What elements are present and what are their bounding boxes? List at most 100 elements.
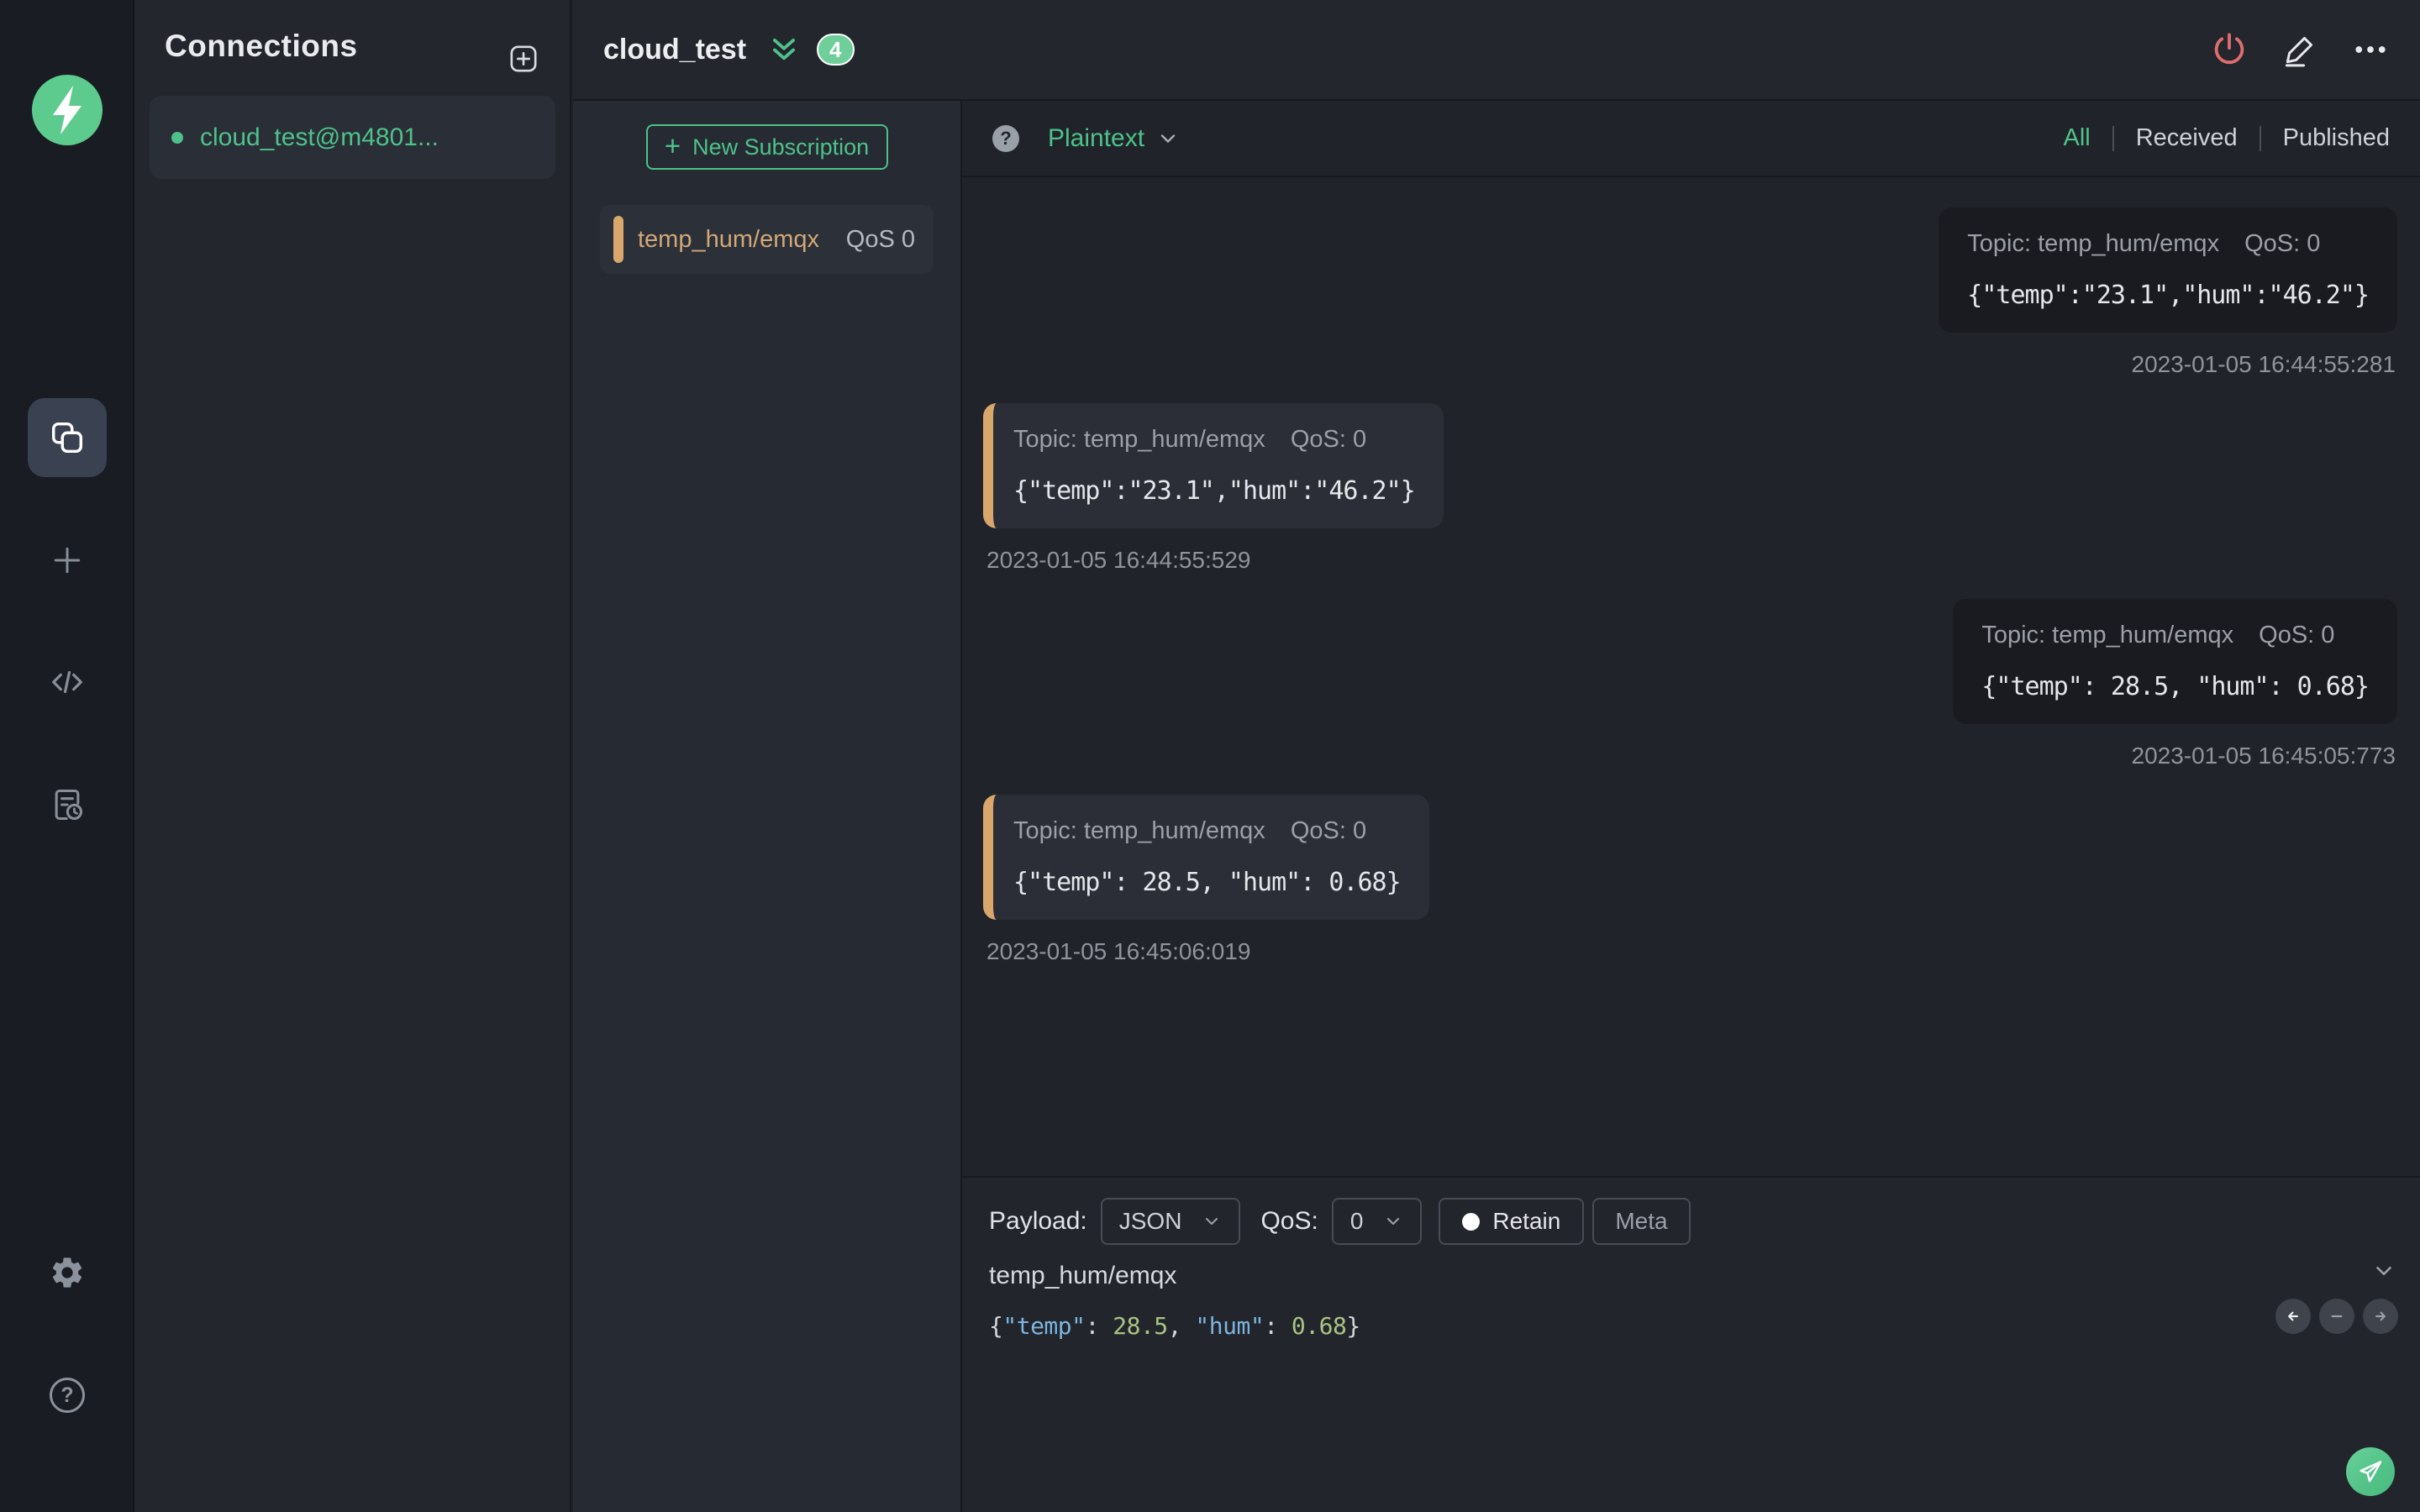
gear-icon xyxy=(52,1257,82,1288)
retain-toggle[interactable]: Retain xyxy=(1439,1198,1585,1245)
question-glyph: ? xyxy=(1000,127,1012,149)
meta-label: Meta xyxy=(1615,1208,1668,1234)
message-qos: QoS: 0 xyxy=(1290,817,1367,844)
mqttx-logo-icon xyxy=(32,75,103,145)
message-payload: {"temp":"23.1","hum":"46.2"} xyxy=(1967,281,2370,310)
subscription-color-bar xyxy=(613,216,623,263)
edit-connection-button[interactable] xyxy=(2281,30,2319,69)
connection-title: cloud_test xyxy=(603,33,747,66)
message-timestamp: 2023-01-05 16:44:55:529 xyxy=(986,547,1251,573)
json-token: : xyxy=(1264,1312,1292,1340)
edit-icon xyxy=(2285,36,2313,67)
message-payload: {"temp": 28.5, "hum": 0.68} xyxy=(1013,868,1402,897)
qos-label: QoS: xyxy=(1260,1207,1318,1235)
plus-icon: + xyxy=(664,130,681,161)
chevron-down-icon xyxy=(1206,1217,1218,1226)
filter-received[interactable]: Received xyxy=(2136,124,2238,152)
topbar-actions xyxy=(2210,30,2390,69)
subscription-item[interactable]: temp_hum/emqx QoS 0 xyxy=(600,205,934,274)
history-prev-button[interactable] xyxy=(2275,1299,2311,1334)
chevron-down-icon xyxy=(1387,1217,1400,1226)
nav-help[interactable]: ? xyxy=(50,1378,85,1413)
chevron-down-icon[interactable] xyxy=(1156,127,1180,150)
json-token: { xyxy=(989,1312,1003,1340)
history-clear-button[interactable] xyxy=(2319,1299,2354,1334)
payload-label: Payload: xyxy=(989,1207,1087,1235)
message-timestamp: 2023-01-05 16:45:06:019 xyxy=(986,938,1251,964)
plus-icon xyxy=(54,547,81,574)
disconnect-button[interactable] xyxy=(2210,30,2249,69)
composer-toolbar: Payload: JSON QoS: 0 Retain Meta xyxy=(989,1198,2420,1245)
send-button[interactable] xyxy=(2346,1447,2395,1496)
connection-name: cloud_test@m4801... xyxy=(200,123,439,151)
message-qos: QoS: 0 xyxy=(2259,622,2335,648)
payload-format-select[interactable]: Plaintext xyxy=(1048,124,1144,153)
add-connection-button[interactable] xyxy=(507,42,540,76)
connection-status-dot xyxy=(171,131,183,144)
nav-log[interactable] xyxy=(49,786,86,823)
qos-dropdown[interactable]: 0 xyxy=(1331,1198,1423,1245)
new-subscription-label: New Subscription xyxy=(692,134,870,160)
payload-help-icon[interactable]: ? xyxy=(992,124,1019,152)
json-token: } xyxy=(1346,1312,1360,1340)
filter-divider xyxy=(2112,125,2114,151)
code-icon xyxy=(52,670,82,694)
icon-rail: ? xyxy=(0,0,134,1512)
more-options-button[interactable] xyxy=(2351,30,2390,69)
json-token: "hum" xyxy=(1195,1312,1265,1340)
new-subscription-button[interactable]: + New Subscription xyxy=(645,124,888,170)
collapse-editor-chevron-icon[interactable] xyxy=(2371,1258,2396,1284)
connections-icon xyxy=(51,422,83,454)
mqttx-logo xyxy=(32,75,103,145)
meta-button[interactable]: Meta xyxy=(1592,1198,1691,1245)
message-list[interactable]: Topic: temp_hum/emqx QoS: 0 {"temp":"23.… xyxy=(962,177,2420,1176)
log-icon xyxy=(55,789,83,821)
connection-list-item[interactable]: cloud_test@m4801... xyxy=(150,96,555,179)
payload-format-dropdown[interactable]: JSON xyxy=(1100,1198,1241,1245)
nav-settings[interactable] xyxy=(49,1254,86,1291)
message-topic: Topic: temp_hum/emqx xyxy=(1013,426,1265,453)
messages-column: ? Plaintext All Received Published Topic… xyxy=(962,101,2420,1512)
message-topic: Topic: temp_hum/emqx xyxy=(1981,622,2234,648)
topic-input[interactable]: temp_hum/emqx xyxy=(989,1262,2420,1290)
message-filters: All Received Published xyxy=(2063,124,2390,152)
message-published: Topic: temp_hum/emqx QoS: 0 {"temp": 28.… xyxy=(983,599,2397,769)
message-payload: {"temp":"23.1","hum":"46.2"} xyxy=(1013,476,1416,506)
messages-toolbar: ? Plaintext All Received Published xyxy=(962,101,2420,177)
payload-format-value: JSON xyxy=(1118,1208,1182,1234)
nav-connections[interactable] xyxy=(28,398,107,477)
connections-panel: Connections cloud_test@m4801... xyxy=(134,0,571,1512)
json-token: : xyxy=(1085,1312,1113,1340)
message-received: Topic: temp_hum/emqx QoS: 0 {"temp": 28.… xyxy=(983,795,2397,965)
filter-published[interactable]: Published xyxy=(2283,124,2390,152)
json-token: 0.68 xyxy=(1291,1312,1347,1340)
qos-value: 0 xyxy=(1349,1208,1364,1234)
json-token: "temp" xyxy=(1002,1312,1086,1340)
payload-editor[interactable]: {"temp": 28.5, "hum": 0.68} xyxy=(989,1312,2420,1340)
message-bubble: Topic: temp_hum/emqx QoS: 0 {"temp":"23.… xyxy=(1939,207,2397,333)
subscription-qos: QoS 0 xyxy=(845,225,915,253)
nav-new-connection[interactable] xyxy=(49,542,86,579)
arrow-left-icon xyxy=(2288,1311,2298,1321)
connection-content: + New Subscription temp_hum/emqx QoS 0 ?… xyxy=(573,101,2420,1512)
subscriptions-column: + New Subscription temp_hum/emqx QoS 0 xyxy=(573,101,962,1512)
message-bubble: Topic: temp_hum/emqx QoS: 0 {"temp": 28.… xyxy=(1953,599,2397,724)
minus-icon xyxy=(2331,1315,2343,1318)
subscription-count-badge: 4 xyxy=(817,34,855,66)
history-pager xyxy=(2275,1299,2398,1334)
history-next-button[interactable] xyxy=(2363,1299,2398,1334)
json-token: , xyxy=(1167,1312,1196,1340)
connection-topbar: cloud_test 4 xyxy=(573,0,2420,101)
message-topic: Topic: temp_hum/emqx xyxy=(1013,817,1265,844)
message-published: Topic: temp_hum/emqx QoS: 0 {"temp":"23.… xyxy=(983,207,2397,378)
retain-label: Retain xyxy=(1492,1208,1561,1234)
nav-script[interactable] xyxy=(48,663,87,701)
plus-square-icon xyxy=(510,45,537,72)
message-topic: Topic: temp_hum/emqx xyxy=(1967,230,2220,257)
message-bubble: Topic: temp_hum/emqx QoS: 0 {"temp":"23.… xyxy=(983,403,1444,528)
filter-all[interactable]: All xyxy=(2063,124,2090,152)
message-timestamp: 2023-01-05 16:45:05:773 xyxy=(2131,743,2396,769)
message-timestamp: 2023-01-05 16:44:55:281 xyxy=(2131,351,2396,377)
retain-dot-icon xyxy=(1462,1212,1481,1231)
collapse-chevrons-icon[interactable] xyxy=(768,34,800,66)
